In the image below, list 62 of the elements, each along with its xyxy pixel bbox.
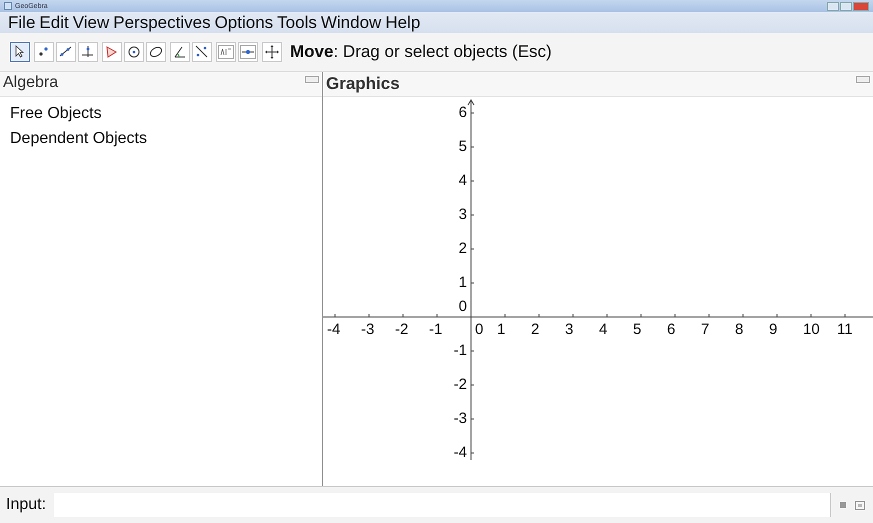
slider-icon bbox=[239, 43, 257, 61]
menu-item[interactable]: Edit bbox=[39, 12, 69, 32]
axis-label: -1 bbox=[454, 342, 467, 360]
menu-item[interactable]: Options bbox=[214, 12, 274, 32]
tool-button[interactable] bbox=[78, 42, 98, 62]
input-label: Input: bbox=[6, 496, 46, 514]
app-icon bbox=[4, 2, 12, 10]
graphics-view[interactable]: -4 -3 -2 -1 0 1 2 3 4 5 6 7 8 9 10 11 6 5 4 3 2 1 0 -1 -2 -3 -4 bbox=[323, 97, 873, 486]
tool-button[interactable] bbox=[146, 42, 166, 62]
panel-controls-icon bbox=[305, 76, 319, 83]
tool-button[interactable] bbox=[238, 42, 258, 62]
tool-help: Move: Drag or select objects (Esc) bbox=[290, 42, 552, 62]
menu-item[interactable]: Tools bbox=[277, 12, 317, 32]
axis-label: 0 bbox=[458, 298, 467, 316]
axis-label: -4 bbox=[327, 321, 340, 339]
axis-label: 5 bbox=[633, 321, 642, 339]
axis-label: 2 bbox=[458, 240, 467, 258]
axis-label: 9 bbox=[769, 321, 778, 339]
menu-item[interactable]: Window bbox=[320, 12, 382, 32]
axis-label: 0 bbox=[475, 321, 484, 339]
axis-label: 3 bbox=[458, 206, 467, 224]
axis-label: 10 bbox=[803, 321, 820, 339]
axis-label: -4 bbox=[454, 444, 467, 462]
axis-label: 8 bbox=[735, 321, 744, 339]
axis-label: 3 bbox=[565, 321, 574, 339]
tool-button[interactable] bbox=[192, 42, 212, 62]
menu-item[interactable]: View bbox=[72, 12, 110, 32]
tool-button[interactable] bbox=[170, 42, 190, 62]
axis-label: -3 bbox=[361, 321, 374, 339]
keyboard-icon bbox=[855, 500, 865, 510]
tree-item[interactable]: Dependent Objects bbox=[10, 130, 312, 148]
axis-label: -3 bbox=[454, 410, 467, 428]
tree-item[interactable]: Free Objects bbox=[10, 105, 312, 123]
axis-label: 5 bbox=[458, 138, 467, 156]
panel-title: Algebra bbox=[3, 74, 58, 92]
input-field[interactable] bbox=[54, 493, 831, 517]
tool-button[interactable] bbox=[124, 42, 144, 62]
axis-label: 1 bbox=[458, 274, 467, 292]
square-icon bbox=[839, 501, 847, 509]
tool-button[interactable] bbox=[262, 42, 282, 62]
axis-label: 6 bbox=[667, 321, 676, 339]
axis-label: -1 bbox=[429, 321, 442, 339]
tool-button[interactable] bbox=[10, 42, 30, 62]
panel-controls-icon bbox=[856, 76, 870, 83]
cross-arrows-icon bbox=[263, 43, 281, 61]
axis-label: 2 bbox=[531, 321, 540, 339]
tool-button[interactable] bbox=[56, 42, 76, 62]
axis-label: 6 bbox=[458, 104, 467, 122]
panel-title: Graphics bbox=[326, 74, 400, 94]
axis-label: 1 bbox=[497, 321, 506, 339]
close-button[interactable] bbox=[853, 2, 869, 10]
axis-label: -2 bbox=[454, 376, 467, 394]
axis-label: 4 bbox=[599, 321, 608, 339]
axis-label: -2 bbox=[395, 321, 408, 339]
menu-item[interactable]: Perspectives bbox=[113, 12, 211, 32]
axis-label: 11 bbox=[837, 321, 853, 339]
tool-button[interactable] bbox=[34, 42, 54, 62]
axis-label: 4 bbox=[458, 172, 467, 190]
axis-label: 7 bbox=[701, 321, 710, 339]
menu-item[interactable]: File bbox=[8, 12, 36, 32]
menu-item[interactable]: Help bbox=[385, 12, 420, 32]
text-icon bbox=[217, 43, 235, 61]
